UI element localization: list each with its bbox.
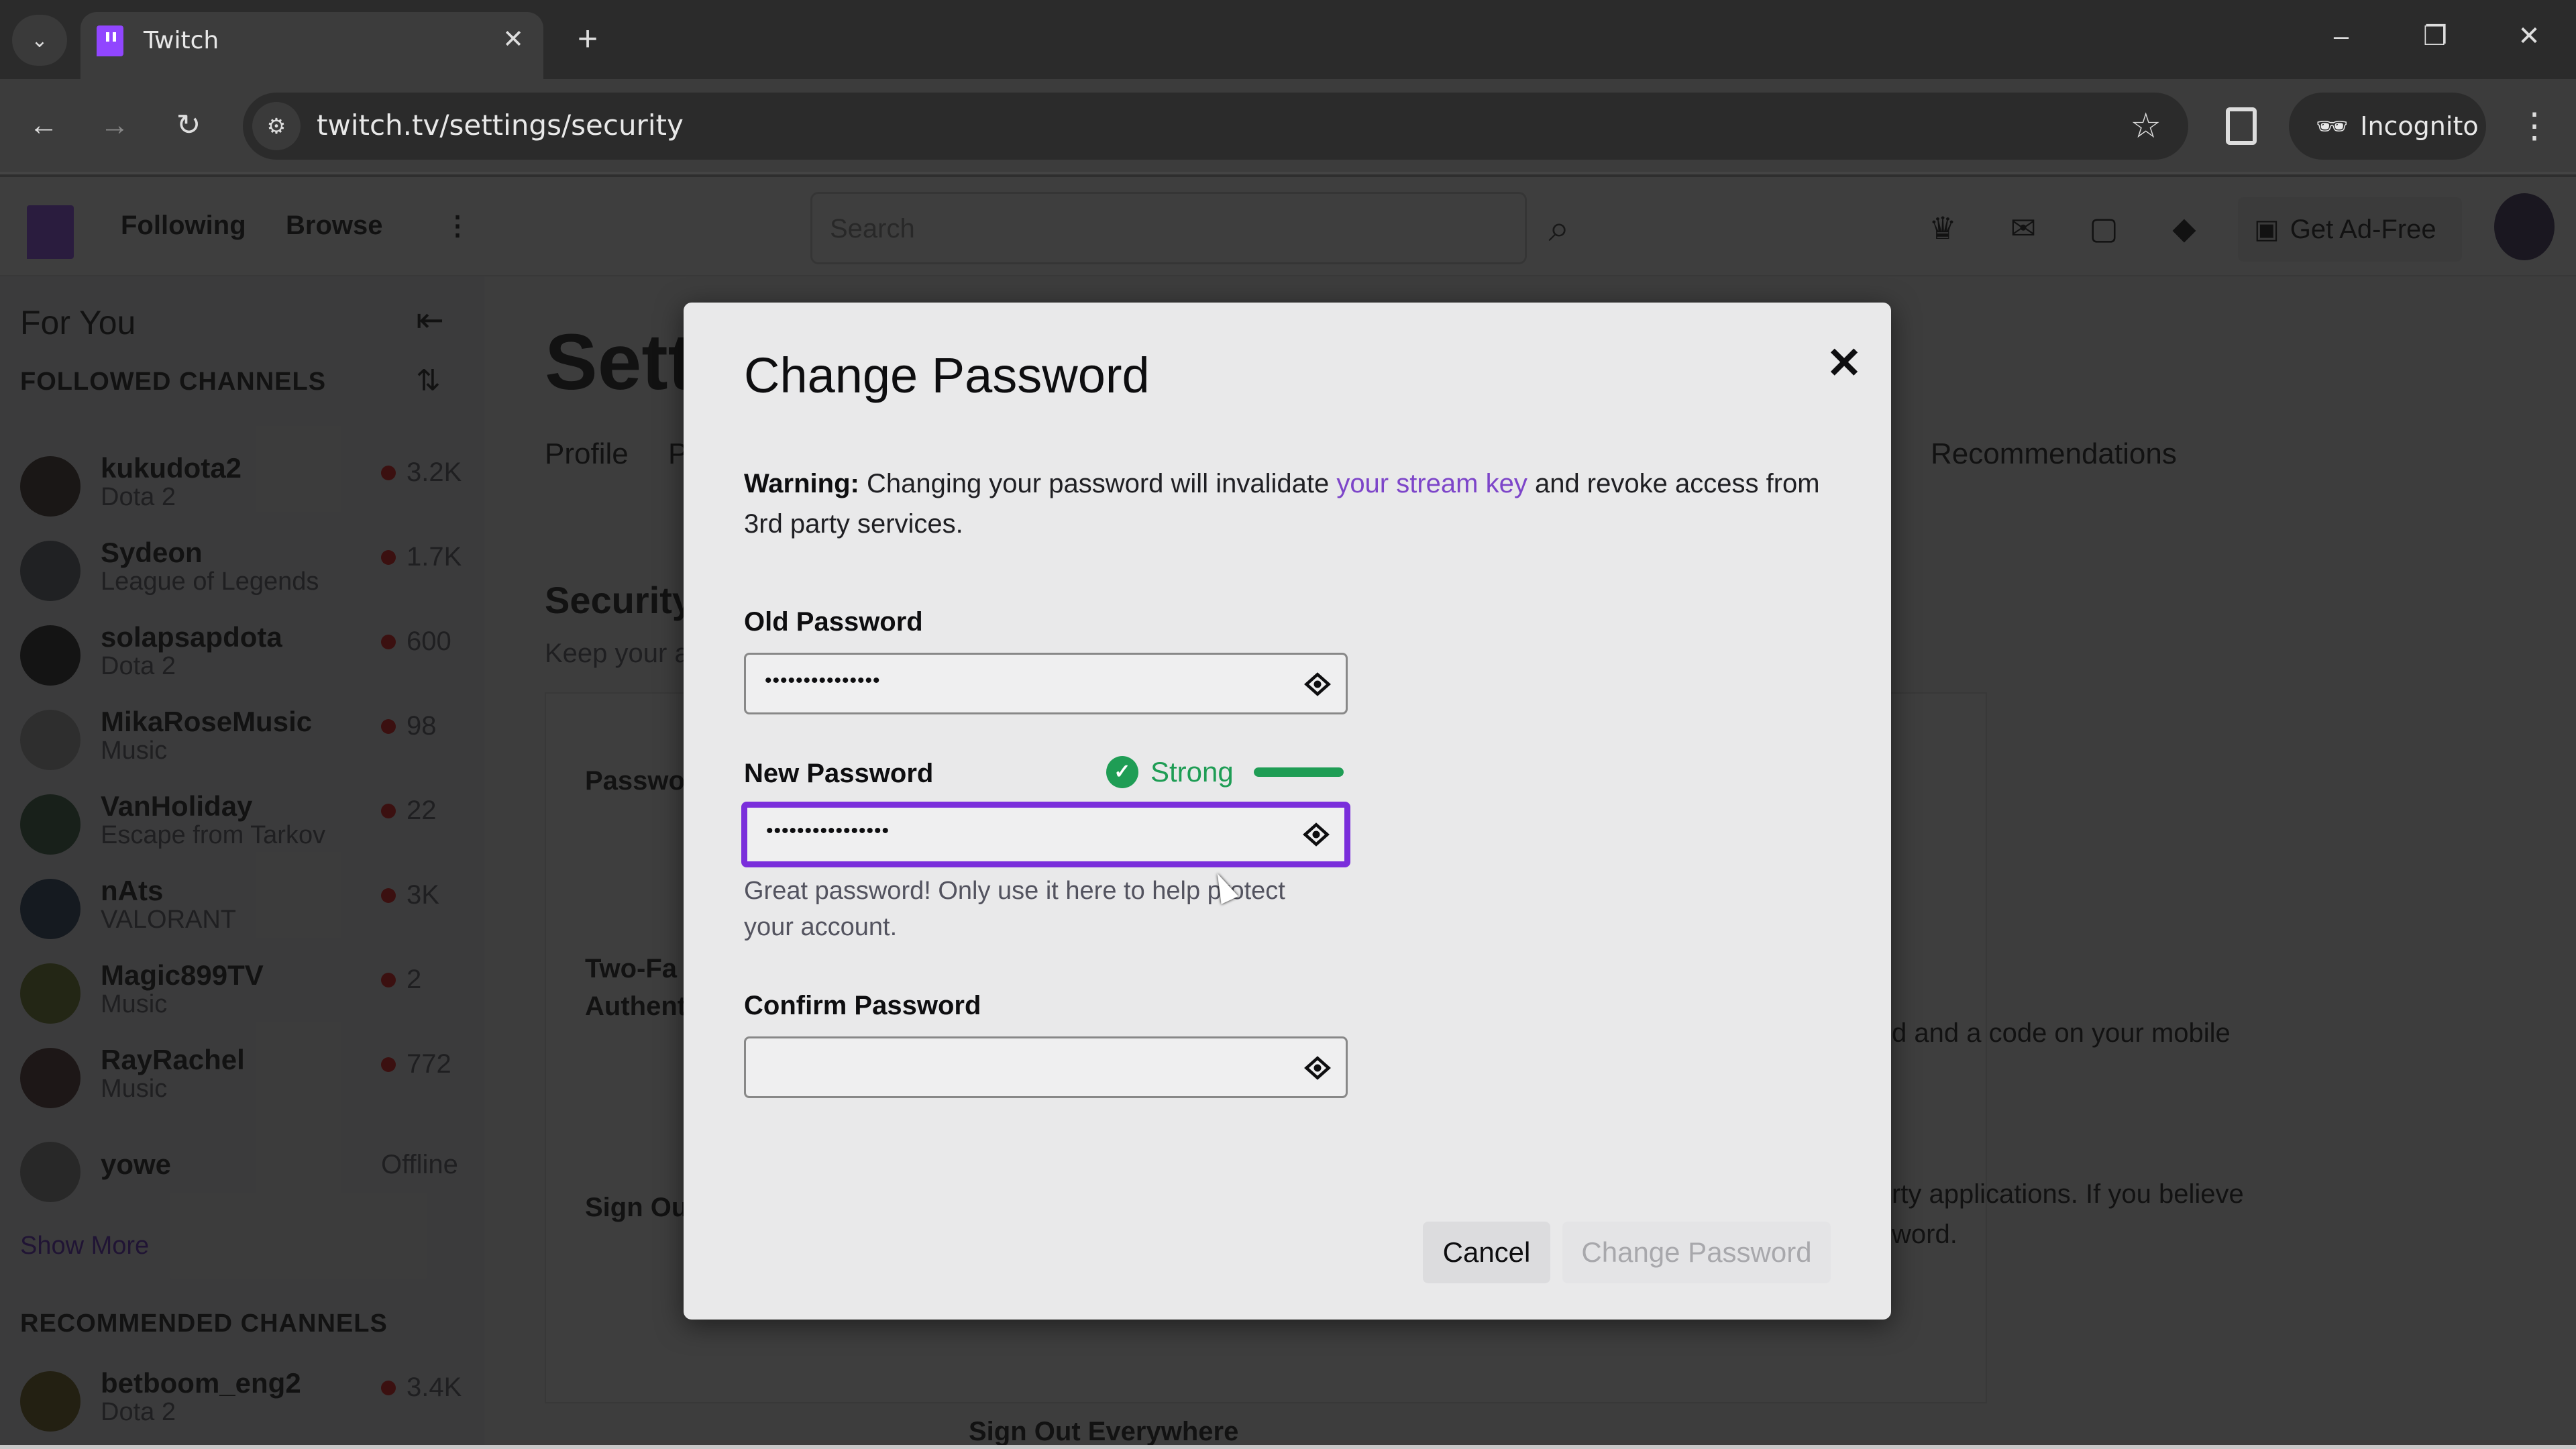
forward-button[interactable]: → xyxy=(91,102,138,149)
chevron-down-icon: ⌄ xyxy=(31,29,48,52)
incognito-icon: 🕶 xyxy=(2316,111,2349,141)
incognito-label: Incognito xyxy=(2360,111,2479,141)
change-password-modal: Change Password ✕ Warning: Changing your… xyxy=(684,303,1891,1320)
new-password-field[interactable]: •••••••••••••••• xyxy=(741,802,1350,867)
cancel-button[interactable]: Cancel xyxy=(1423,1222,1550,1283)
warning-body-1: Changing your password will invalidate xyxy=(859,469,1337,498)
strength-meter-fill xyxy=(1253,767,1344,777)
reload-icon: ↻ xyxy=(176,109,201,142)
minimize-icon: – xyxy=(2333,21,2349,51)
new-password-label: New Password xyxy=(744,759,934,788)
strength-meter xyxy=(1253,767,1344,777)
restore-icon: ❐ xyxy=(2423,21,2447,51)
tune-icon: ⚙ xyxy=(266,114,286,138)
restore-button[interactable]: ❐ xyxy=(2408,16,2462,56)
change-password-button[interactable]: Change Password xyxy=(1562,1222,1831,1283)
modal-title: Change Password xyxy=(744,347,1150,403)
window-close-button[interactable]: ✕ xyxy=(2502,16,2556,56)
reload-button[interactable]: ↻ xyxy=(165,102,212,149)
arrow-left-icon: ← xyxy=(29,109,58,142)
tab-close-button[interactable]: ✕ xyxy=(496,23,530,56)
password-strength-indicator: ✓ Strong xyxy=(1106,752,1344,792)
site-info-button[interactable]: ⚙ xyxy=(252,102,301,150)
incognito-indicator[interactable]: 🕶 Incognito xyxy=(2289,93,2486,160)
new-tab-button[interactable]: + xyxy=(568,19,608,59)
check-circle-icon: ✓ xyxy=(1106,756,1138,788)
bookmark-star-icon[interactable]: ☆ xyxy=(2130,106,2161,146)
kebab-icon: ⋮ xyxy=(2517,107,2552,146)
tab-search-button[interactable]: ⌄ xyxy=(12,15,67,66)
new-password-value: •••••••••••••••• xyxy=(766,820,890,842)
plus-icon: + xyxy=(577,19,598,58)
strength-label: Strong xyxy=(1150,756,1234,788)
close-icon: ✕ xyxy=(502,25,524,54)
address-bar[interactable]: ⚙ twitch.tv/settings/security ☆ xyxy=(243,93,2188,160)
confirm-password-label: Confirm Password xyxy=(744,991,981,1020)
browser-toolbar: ← → ↻ ⚙ twitch.tv/settings/security ☆ 🕶 … xyxy=(0,79,2576,174)
browser-menu-button[interactable]: ⋮ xyxy=(2514,99,2555,153)
confirm-password-field[interactable] xyxy=(744,1036,1348,1098)
show-password-icon[interactable] xyxy=(1303,1053,1332,1083)
stream-key-link[interactable]: your stream key xyxy=(1336,469,1527,498)
warning-text: Warning: Changing your password will inv… xyxy=(744,464,1831,544)
side-panel-icon[interactable] xyxy=(2226,107,2257,145)
twitch-favicon-icon xyxy=(97,25,123,56)
show-password-icon[interactable] xyxy=(1303,669,1332,699)
back-button[interactable]: ← xyxy=(20,102,67,149)
old-password-value: ••••••••••••••• xyxy=(765,669,881,692)
modal-close-button[interactable]: ✕ xyxy=(1817,336,1871,390)
browser-tab[interactable]: Twitch ✕ xyxy=(80,12,543,79)
url-text[interactable]: twitch.tv/settings/security xyxy=(317,109,684,142)
new-password-hint: Great password! Only use it here to help… xyxy=(744,877,1285,941)
arrow-right-icon: → xyxy=(100,109,129,142)
old-password-label: Old Password xyxy=(744,607,923,637)
close-icon: ✕ xyxy=(1826,339,1862,387)
old-password-field[interactable]: ••••••••••••••• xyxy=(744,653,1348,714)
browser-tab-strip: ⌄ Twitch ✕ + – ❐ ✕ xyxy=(0,0,2576,79)
minimize-button[interactable]: – xyxy=(2314,16,2368,56)
bottom-edge xyxy=(0,1445,2576,1449)
tab-title: Twitch xyxy=(144,27,219,54)
close-icon: ✕ xyxy=(2518,21,2540,51)
show-password-icon[interactable] xyxy=(1301,820,1331,849)
warning-label: Warning: xyxy=(744,469,859,498)
